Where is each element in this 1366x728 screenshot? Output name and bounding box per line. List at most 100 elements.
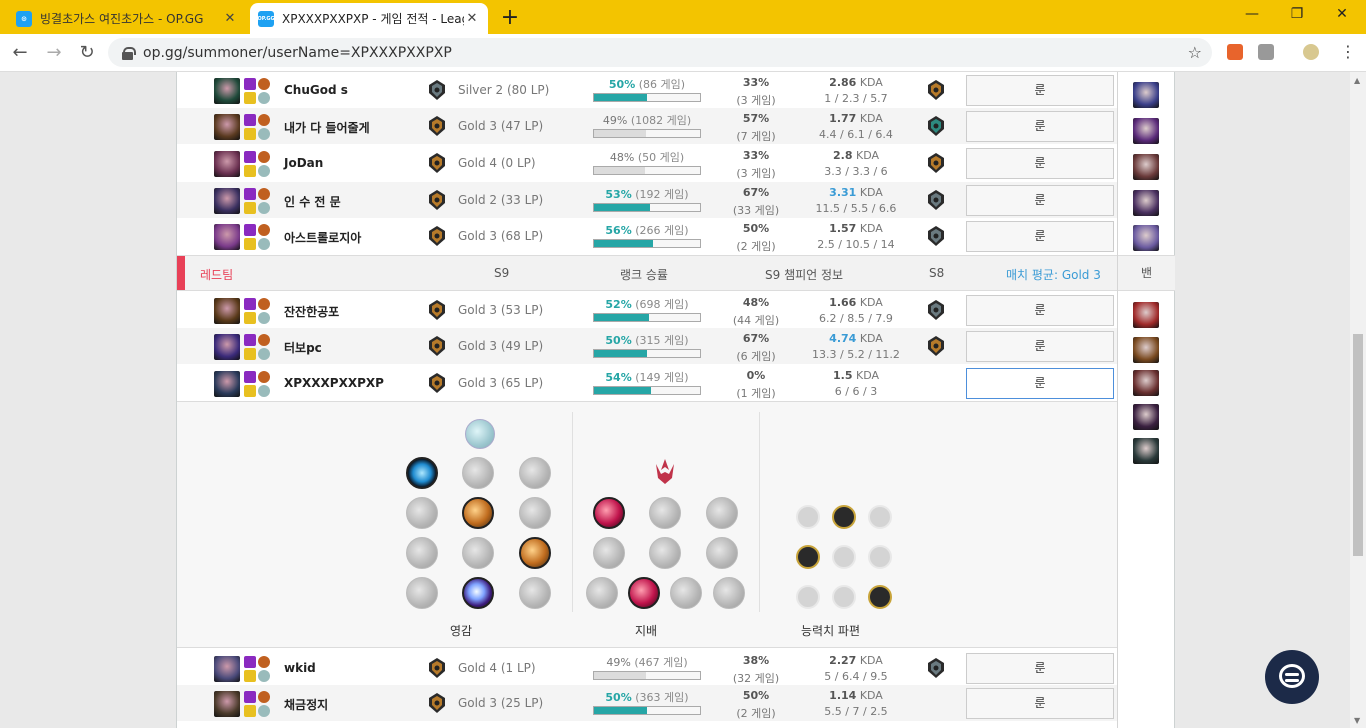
winrate-text: 50% (363 게임) (593, 689, 701, 705)
scroll-up-icon[interactable]: ▲ (1354, 76, 1360, 85)
player-name[interactable]: 아스트롤로지아 (284, 229, 361, 246)
secondary-rune-icon (258, 238, 270, 250)
rune-button[interactable]: 룬 (966, 688, 1114, 719)
forward-icon[interactable]: → (42, 42, 66, 63)
champion-info-header: S9 챔피언 정보 (765, 268, 844, 282)
summoner-spell-icon (244, 128, 256, 140)
banned-champion-icon[interactable] (1133, 118, 1159, 144)
winrate-games: (266 게임) (635, 224, 689, 237)
opgg-icon: OP.GG (257, 10, 275, 27)
banned-champion-icon[interactable] (1133, 82, 1159, 108)
winrate-percent: 53% (605, 188, 632, 201)
champion-winrate: 67% (742, 332, 770, 345)
winrate-text: 53% (192 게임) (593, 186, 701, 202)
player-name[interactable]: wkid (284, 661, 316, 675)
player-name[interactable]: 터보pc (284, 339, 322, 356)
player-name[interactable]: ChuGod s (284, 83, 348, 97)
player-name[interactable]: 잔잔한공포 (284, 303, 339, 320)
menu-icon[interactable]: ⋮ (1338, 42, 1358, 62)
champion-games: (2 게임) (736, 240, 776, 253)
champion-icon[interactable] (214, 334, 240, 360)
minimize-icon[interactable]: — (1242, 6, 1262, 22)
tab-title: 빙결초가스 여진초가스 - OP.GG (40, 12, 204, 26)
champion-icon[interactable] (214, 78, 240, 104)
rune-button[interactable]: 룬 (966, 368, 1114, 399)
champion-icon[interactable] (214, 151, 240, 177)
kda-ratio: 2.8 KDA (803, 149, 909, 162)
restore-icon[interactable]: ❐ (1287, 6, 1307, 22)
address-bar[interactable]: op.gg/summoner/userName=XPXXXPXXPXP ☆ (108, 38, 1212, 67)
winrate-games: (467 게임) (634, 656, 688, 669)
rune-button[interactable]: 룬 (966, 148, 1114, 179)
champion-icon[interactable] (214, 224, 240, 250)
keystone-icon (258, 188, 270, 200)
winrate-games: (50 게임) (637, 151, 685, 164)
banned-champion-icon[interactable] (1133, 154, 1159, 180)
player-name[interactable]: 채금정지 (284, 696, 328, 713)
winrate-percent: 48% (609, 151, 635, 164)
kda-detail: 13.3 / 5.2 / 11.2 (812, 348, 900, 361)
kda-value: 1.5 (832, 369, 853, 382)
bookmark-star-icon[interactable]: ☆ (1188, 43, 1202, 62)
player-name[interactable]: 인 수 전 문 (284, 193, 341, 210)
summoner-spell-icon (244, 691, 256, 703)
chat-button[interactable] (1265, 650, 1319, 704)
secondary-rune-icon (258, 165, 270, 177)
rune-button[interactable]: 룬 (966, 653, 1114, 684)
rune-button[interactable]: 룬 (966, 185, 1114, 216)
banned-champion-icon[interactable] (1133, 302, 1159, 328)
winrate-percent: 50% (605, 334, 632, 347)
browser-tab[interactable]: ⊙ 빙결초가스 여진초가스 - OP.GG ✕ (8, 3, 246, 34)
banned-champion-icon[interactable] (1133, 337, 1159, 363)
summoner-spell-icon (244, 114, 256, 126)
stat-shard-icon (868, 545, 892, 569)
champion-icon[interactable] (214, 298, 240, 324)
rune-button[interactable]: 룬 (966, 75, 1114, 106)
banned-champion-icon[interactable] (1133, 190, 1159, 216)
rune-button[interactable]: 룬 (966, 331, 1114, 362)
rune-icon (462, 537, 494, 569)
player-name[interactable]: 내가 다 들어줄게 (284, 119, 370, 136)
champion-winrate: 0% (746, 369, 766, 382)
reload-icon[interactable]: ↻ (75, 42, 99, 63)
kda-detail: 4.4 / 6.1 / 6.4 (819, 128, 893, 141)
s8-tier-emblem-icon (926, 115, 946, 137)
tier-text: Gold 2 (33 LP) (458, 193, 544, 207)
rune-button[interactable]: 룬 (966, 111, 1114, 142)
champion-icon[interactable] (214, 371, 240, 397)
magic-resist-shard-icon (868, 585, 892, 609)
tier-text: Gold 3 (65 LP) (458, 376, 544, 390)
rune-button[interactable]: 룬 (966, 295, 1114, 326)
banned-champion-icon[interactable] (1133, 225, 1159, 251)
team-tables: ChuGod s Silver 2 (80 LP) 50% (86 게임) 33% (3… (177, 72, 1117, 728)
new-tab-button[interactable]: + (498, 5, 522, 30)
champion-games: (32 게임) (732, 672, 780, 685)
page-scrollbar[interactable]: ▲ ▼ (1350, 72, 1366, 728)
back-icon[interactable]: ← (8, 42, 32, 63)
close-window-icon[interactable]: ✕ (1332, 6, 1352, 22)
scrollbar-thumb[interactable] (1353, 334, 1363, 556)
champion-icon[interactable] (214, 656, 240, 682)
extension-icon[interactable] (1227, 44, 1243, 60)
champion-icon[interactable] (214, 114, 240, 140)
winrate-bar (593, 386, 701, 395)
banned-champion-icon[interactable] (1133, 370, 1159, 396)
close-icon[interactable]: ✕ (464, 11, 480, 26)
winrate-bar-fill (594, 350, 647, 357)
champion-icon[interactable] (214, 188, 240, 214)
banned-champion-icon[interactable] (1133, 404, 1159, 430)
banned-champion-icon[interactable] (1133, 438, 1159, 464)
rune-button[interactable]: 룬 (966, 221, 1114, 252)
player-name[interactable]: JoDan (284, 156, 323, 170)
extension-icon[interactable] (1258, 44, 1274, 60)
close-icon[interactable]: ✕ (222, 11, 238, 26)
kda-unit: KDA (859, 112, 883, 125)
rune-icon (406, 537, 438, 569)
s8-tier-emblem-icon (926, 152, 946, 174)
inspiration-path-icon (465, 419, 495, 449)
profile-avatar[interactable] (1303, 44, 1319, 60)
browser-tab-active[interactable]: OP.GG XPXXXPXXPXP - 게임 전적 - League ✕ (250, 3, 488, 34)
champion-icon[interactable] (214, 691, 240, 717)
scroll-down-icon[interactable]: ▼ (1354, 716, 1360, 725)
player-name[interactable]: XPXXXPXXPXP (284, 376, 384, 390)
